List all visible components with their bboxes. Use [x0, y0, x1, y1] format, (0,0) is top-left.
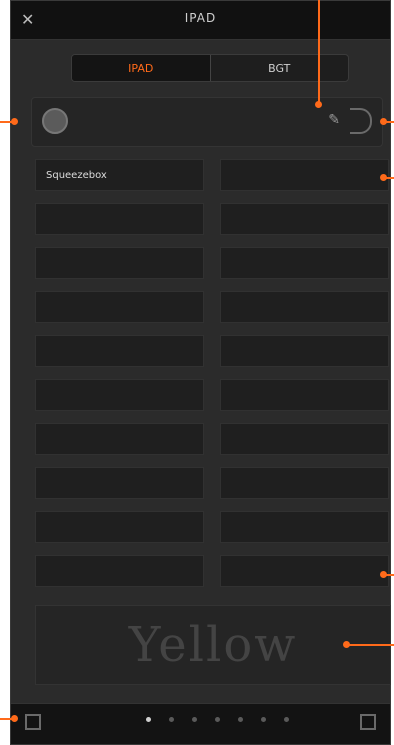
cell-grid: Squeezebox [35, 159, 389, 587]
grid-cell-4[interactable] [220, 203, 389, 235]
page-dot[interactable] [146, 717, 151, 722]
page-dot[interactable] [261, 717, 266, 722]
callout-line-right-4 [346, 644, 394, 646]
grid-cell-12[interactable] [220, 379, 389, 411]
page-dots [146, 717, 289, 722]
grid-cell-11[interactable] [35, 379, 204, 411]
toolbar: ✎ [31, 97, 383, 147]
page-dot[interactable] [238, 717, 243, 722]
record-icon[interactable] [42, 108, 68, 134]
grid-cell-15[interactable] [35, 467, 204, 499]
callout-dot-right-1 [380, 118, 387, 125]
bracket-icon[interactable] [350, 108, 372, 134]
wordmark-area: Yellow [35, 605, 391, 685]
segment-ipad[interactable]: IPAD [72, 55, 210, 81]
grid-cell-17[interactable] [35, 511, 204, 543]
grid-cell-16[interactable] [220, 467, 389, 499]
grid-cell-20[interactable] [220, 555, 389, 587]
callout-dot-top [315, 101, 322, 108]
device-frame: ✕ IPAD IPAD BGT ✎ Squeezebox Yellow [10, 0, 391, 745]
grid-cell-5[interactable] [35, 247, 204, 279]
page-dot[interactable] [284, 717, 289, 722]
page-dot[interactable] [192, 717, 197, 722]
callout-dot-right-2 [380, 174, 387, 181]
grid-cell-8[interactable] [220, 291, 389, 323]
grid-cell-1[interactable]: Squeezebox [35, 159, 204, 191]
segment-control: IPAD BGT [71, 54, 349, 82]
window-title: IPAD [184, 11, 217, 25]
grid-cell-2[interactable] [220, 159, 389, 191]
square-icon[interactable] [25, 714, 41, 730]
pencil-icon[interactable]: ✎ [328, 112, 340, 128]
square-icon[interactable] [360, 714, 376, 730]
bottom-bar [11, 703, 390, 744]
callout-dot-left-2 [11, 715, 18, 722]
callout-dot-right-3 [380, 571, 387, 578]
grid-cell-18[interactable] [220, 511, 389, 543]
grid-cell-13[interactable] [35, 423, 204, 455]
grid-cell-14[interactable] [220, 423, 389, 455]
callout-dot-left-1 [11, 118, 18, 125]
segment-bgt[interactable]: BGT [211, 55, 349, 81]
grid-cell-7[interactable] [35, 291, 204, 323]
grid-cell-3[interactable] [35, 203, 204, 235]
callout-line-top [318, 0, 320, 104]
page-dot[interactable] [169, 717, 174, 722]
grid-cell-6[interactable] [220, 247, 389, 279]
grid-cell-10[interactable] [220, 335, 389, 367]
callout-dot-right-4 [343, 641, 350, 648]
page-dot[interactable] [215, 717, 220, 722]
grid-cell-9[interactable] [35, 335, 204, 367]
grid-cell-19[interactable] [35, 555, 204, 587]
top-bar: ✕ IPAD [11, 1, 390, 40]
